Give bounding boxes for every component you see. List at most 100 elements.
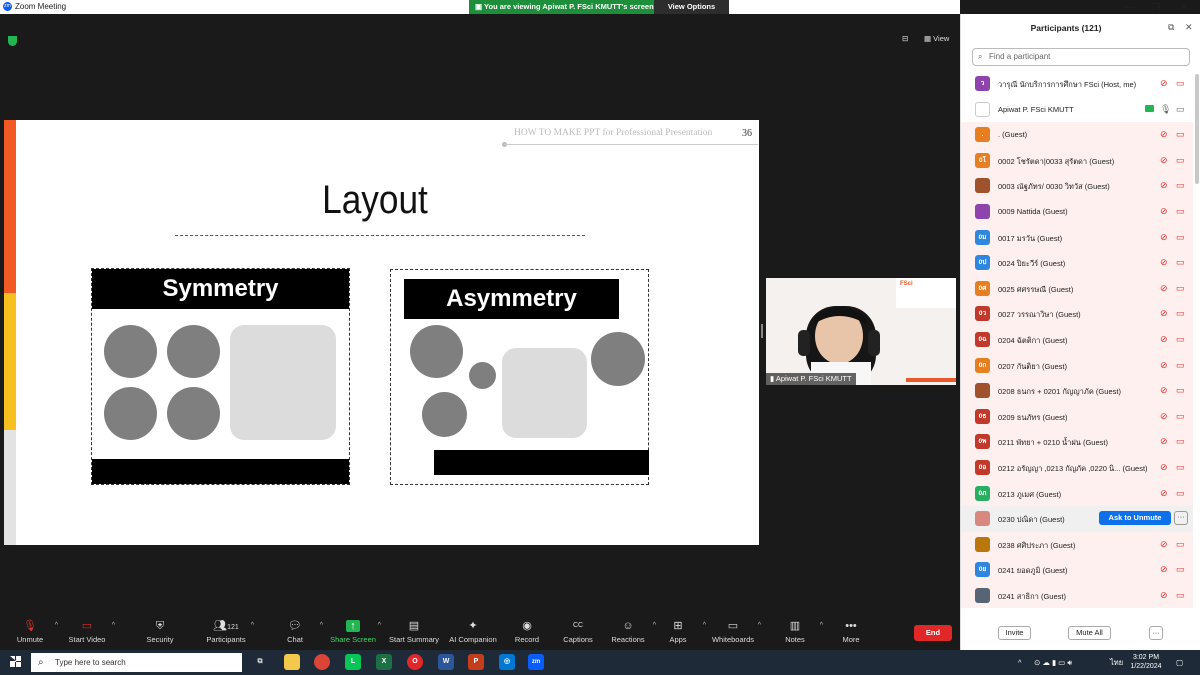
circle-shape [104,387,157,440]
participant-name: 0025 ศศรรษณี (Guest) [998,284,1074,294]
pop-out-icon[interactable]: ⧉ [1168,22,1174,33]
maximize-icon[interactable]: ❐ [1152,0,1160,14]
taskbar-search-input[interactable]: ⌕ Type here to search [31,653,242,672]
sparkle-icon: ✦ [468,620,478,632]
participant-row[interactable]: 0ว 0027 วรรณาวิษา (Guest) ⊘ ▭ [961,301,1193,327]
participant-row[interactable]: 0ศ 0025 ศศรรษณี (Guest) ⊘ ▭ [961,275,1193,302]
participant-row[interactable]: 0ภ 0213 ภูเมศ (Guest) ⊘ ▭ [961,480,1193,507]
participant-row[interactable]: 0003 ณัฐภัทร/ 0030 วิทวัส (Guest) ⊘ ▭ [961,173,1193,199]
participant-row[interactable]: 0009 Nattida (Guest) ⊘ ▭ [961,198,1193,225]
apps-icon: ⊞ [673,620,683,632]
splitter-handle[interactable] [761,324,763,338]
muted-mic-icon: ⊘ [1160,282,1168,293]
search-icon: ⌕ [978,52,983,61]
muted-mic-icon: ⊘ [1160,154,1168,165]
participant-row[interactable]: 0ป 0024 ปิยะวีร์ (Guest) ⊘ ▭ [961,250,1193,276]
tray-chevron-icon[interactable]: ^ [1018,650,1022,675]
participant-row[interactable]: 0ย 0241 ยอดภูมิ (Guest) ⊘ ▭ [961,557,1193,583]
participant-name: 0213 ภูเมศ (Guest) [998,489,1062,499]
more-options-icon[interactable]: ··· [1149,626,1163,640]
avatar: 0ภ [975,485,990,501]
task-view-icon[interactable]: ⧉ [252,654,268,670]
file-explorer-icon[interactable] [284,654,300,670]
notes-button[interactable]: ▥ Notes ^ [765,616,825,650]
more-options-icon[interactable]: ··· [1174,511,1188,526]
minimize-icon[interactable]: — [1125,0,1134,14]
end-meeting-button[interactable]: End [914,625,952,641]
video-off-icon: ▭ [1176,129,1185,140]
participant-row[interactable]: 0ม 0017 มรวัน (Guest) ⊘ ▭ [961,224,1193,251]
participants-button[interactable]: 👥︎121 Participants ^ [196,616,256,650]
video-off-icon: ▭ [1176,333,1185,344]
ask-to-unmute-button[interactable]: Ask to Unmute [1099,511,1171,526]
participant-search-input[interactable]: ⌕ Find a participant [972,48,1190,66]
participant-row[interactable]: 0ก 0207 กันติยา (Guest) ⊘ ▭ [961,352,1193,379]
camera-app-icon[interactable]: ◎ [499,654,515,670]
participant-row[interactable]: 0241 สาธิกา (Guest) ⊘ ▭ [961,582,1193,609]
windows-start-icon[interactable] [10,656,21,667]
slide-accent-bar-red [4,120,16,293]
screen-share-icon: ▣ [475,2,485,11]
mute-all-button[interactable]: Mute All [1068,626,1111,640]
share-screen-button[interactable]: ↑ Share Screen ^ [323,616,383,650]
whiteboards-button[interactable]: ▭ Whiteboards ^ [703,616,763,650]
scrollbar[interactable] [1195,74,1199,184]
ai-companion-button[interactable]: ✦ AI Companion [443,616,503,650]
powerpoint-icon[interactable]: P [468,654,484,670]
tray-icons[interactable]: ⊙ ☁ ▮ ▭ 🔊︎ [1034,650,1072,675]
participant-row[interactable]: 0230 ปณิดา (Guest) Ask to Unmute ··· [961,506,1193,532]
clock[interactable]: 3:02 PM 1/22/2024 [1128,653,1164,671]
invite-button[interactable]: Invite [998,626,1031,640]
windows-taskbar: ⌕ Type here to search ⧉ L X O W P ◎ zm ^… [0,650,1200,675]
participant-row[interactable]: . . (Guest) ⊘ ▭ [961,122,1193,148]
start-video-button[interactable]: ▭ Start Video ^ [57,616,117,650]
participant-row[interactable]: 0238 ศศิประภา (Guest) ⊘ ▭ [961,531,1193,558]
participant-row[interactable]: 0208 ธนกร + 0201 กัญญาภัค (Guest) ⊘ ▭ [961,378,1193,404]
close-panel-icon[interactable]: ✕ [1185,22,1193,33]
notification-icon[interactable]: ▢ [1176,650,1183,675]
chevron-up-icon[interactable]: ^ [378,622,381,629]
asymmetry-box: Asymmetry [390,269,649,485]
muted-mic-icon: ⊘ [1160,257,1168,268]
unmute-button[interactable]: 🎙︎ Unmute ^ [0,616,60,650]
word-icon[interactable]: W [438,654,454,670]
zoom-taskbar-icon[interactable]: zm [528,654,544,670]
start-summary-button[interactable]: ▤ Start Summary [384,616,444,650]
chrome-icon[interactable] [314,654,330,670]
avatar [975,587,990,603]
participant-row[interactable]: 0อ 0212 อรัญญา ,0213 กัญภัค ,0220 นิ... (… [961,454,1193,481]
lock-icon[interactable]: ⊟ [902,34,908,43]
view-button[interactable]: ▦ View [924,34,949,43]
participant-name: 0017 มรวัน (Guest) [998,233,1063,243]
slide-page-number: 36 [742,128,752,139]
security-button[interactable]: ⛨ Security [130,616,190,650]
avatar: 0โ [975,152,990,168]
opera-icon[interactable]: O [407,654,423,670]
shield-icon: ⛨ [155,620,165,632]
input-language[interactable]: ไทย [1110,650,1123,675]
asymmetry-label: Asymmetry [404,279,619,319]
video-off-icon: ▭ [1176,257,1185,268]
chevron-up-icon[interactable]: ^ [251,622,254,629]
video-tile[interactable]: FSci ▮ Apiwat P. FSci KMUTT [766,278,956,385]
notes-icon: ▥ [789,620,801,632]
slide-accent-bar-grey [4,430,16,545]
more-button[interactable]: ••• More [821,616,881,650]
chevron-up-icon[interactable]: ^ [758,622,761,629]
encryption-shield-icon[interactable] [8,36,17,46]
line-app-icon[interactable]: L [345,654,361,670]
participant-row[interactable]: 0ฉ 0204 ฉัตติกา (Guest) ⊘ ▭ [961,326,1193,353]
view-options-button[interactable]: View Options [654,0,729,14]
avatar: 0ย [975,562,990,578]
participant-row[interactable]: 0ธ 0209 ธนภัทร (Guest) ⊘ ▭ [961,403,1193,430]
participant-row[interactable]: ว วารุณี นักบริการการศึกษา FSci (Host, me… [961,71,1193,97]
chevron-up-icon[interactable]: ^ [112,622,115,629]
participant-row[interactable]: 0โ 0002 โชรัตดา|0033 สุรัตดา (Guest) ⊘ ▭ [961,147,1193,174]
chat-button[interactable]: 💬︎ Chat ^ [265,616,325,650]
apps-button[interactable]: ⊞ Apps ^ [648,616,708,650]
participant-row[interactable]: Apiwat P. FSci KMUTT 🎙︎ ▭ [961,97,1193,123]
close-icon[interactable]: ✕ [1180,0,1188,14]
excel-icon[interactable]: X [376,654,392,670]
participant-row[interactable]: 0พ 0211 พัทยา + 0210 น้ำฝน (Guest) ⊘ ▭ [961,429,1193,455]
circle-shape [422,392,467,437]
